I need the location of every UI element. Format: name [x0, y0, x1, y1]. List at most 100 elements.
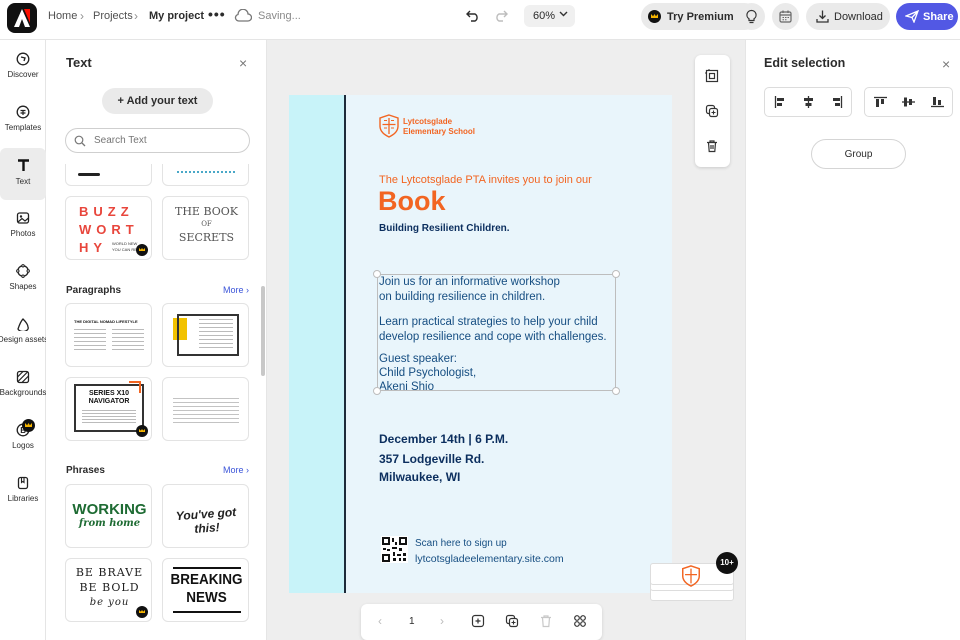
duplicate-icon[interactable] [705, 104, 719, 118]
resize-handle[interactable] [612, 387, 620, 395]
school-name[interactable]: Lytcotsglade Elementary School [403, 117, 475, 137]
rail-item-libraries[interactable]: Libraries [0, 466, 46, 518]
text-style-thumb[interactable] [65, 164, 152, 186]
canvas-area[interactable]: Lytcotsglade Elementary School The Lytco… [267, 40, 745, 640]
align-top-icon[interactable] [874, 96, 887, 108]
prev-page-icon[interactable]: ‹ [378, 614, 382, 628]
group-button[interactable]: Group [811, 139, 906, 169]
vertical-align-group [864, 87, 953, 117]
event-date[interactable]: December 14th | 6 P.M. [379, 432, 508, 446]
rail-item-discover[interactable]: Discover [0, 42, 46, 94]
backgrounds-icon [16, 370, 30, 384]
lightbulb-icon [746, 9, 757, 24]
premium-crown-icon [136, 244, 148, 256]
resize-handle[interactable] [373, 387, 381, 395]
save-status: Saving... [258, 10, 301, 22]
thumb-text: SERIES X10 [88, 390, 130, 397]
design-page[interactable]: Lytcotsglade Elementary School The Lytco… [289, 95, 672, 593]
crown-icon [648, 10, 661, 23]
redo-icon[interactable] [494, 8, 508, 25]
delete-page-icon[interactable] [539, 614, 553, 628]
app-logo[interactable] [7, 3, 37, 33]
breadcrumb-home[interactable]: Home [48, 10, 77, 22]
align-bottom-icon[interactable] [931, 96, 944, 108]
signup-url[interactable]: lytcotsgladeelementary.site.com [415, 553, 564, 565]
crop-frame-icon[interactable] [705, 69, 719, 83]
zoom-value: 60% [533, 10, 556, 22]
text-style-thumb[interactable] [162, 164, 249, 186]
rail-item-text[interactable]: Text [0, 148, 46, 200]
duplicate-page-icon[interactable] [505, 614, 519, 628]
app-window: Home › Projects › My project ••• Saving.… [0, 0, 960, 640]
scan-instruction[interactable]: Scan here to sign up [415, 538, 507, 549]
trash-icon[interactable] [705, 139, 719, 153]
align-left-icon[interactable] [774, 96, 787, 108]
next-page-icon[interactable]: › [440, 614, 444, 628]
align-right-icon[interactable] [830, 96, 843, 108]
thumb-text: NEWS [186, 589, 227, 606]
rail-item-backgrounds[interactable]: Backgrounds [0, 360, 46, 412]
zoom-select[interactable]: 60% [524, 5, 575, 27]
address-line-2[interactable]: Milwaukee, WI [379, 470, 460, 484]
panel-title: Edit selection [764, 56, 846, 70]
search-input[interactable] [94, 133, 244, 148]
selection-box[interactable] [377, 274, 616, 391]
breadcrumb-projects[interactable]: Projects [93, 10, 133, 22]
search-field[interactable] [65, 128, 250, 153]
subtitle-text[interactable]: Building Resilient Children. [379, 223, 510, 234]
breadcrumb-current[interactable]: My project [149, 10, 204, 22]
panel-title: Text [66, 55, 92, 70]
premium-crown-icon [22, 419, 35, 432]
rail-label: Discover [7, 70, 39, 79]
phrase-thumb-working-from-home[interactable]: WORKING from home [65, 484, 152, 548]
school-shield-icon [682, 565, 700, 587]
close-icon[interactable]: × [942, 56, 950, 72]
download-icon [816, 10, 829, 23]
thumb-text: BE BOLD [79, 581, 140, 594]
more-options-button[interactable]: ••• [208, 6, 226, 22]
lightbulb-button[interactable] [738, 3, 765, 30]
download-label: Download [834, 11, 883, 23]
more-link-paragraphs[interactable]: More › [223, 285, 249, 295]
text-icon [17, 159, 29, 171]
grid-view-icon[interactable] [573, 614, 587, 628]
rail-item-design-assets[interactable]: Design assets [0, 307, 48, 359]
rail-item-shapes[interactable]: Shapes [0, 254, 46, 306]
phrase-thumb-youve-got-this[interactable]: You've got this! [162, 484, 249, 548]
panel-scrollbar[interactable] [261, 286, 265, 376]
more-link-phrases[interactable]: More › [223, 465, 249, 475]
text-styles-list[interactable]: BUZZ WORT HY WORLD NEW YOU CAN RE THE BO… [46, 164, 266, 640]
paragraph-thumb[interactable] [162, 377, 249, 441]
text-style-thumb-book-secrets[interactable]: THE BOOK OF SECRETS [162, 196, 249, 260]
rail-item-templates[interactable]: Templates [0, 95, 46, 147]
calendar-button[interactable] [772, 3, 799, 30]
close-icon[interactable]: × [239, 55, 247, 71]
rail-item-photos[interactable]: Photos [0, 201, 46, 253]
send-icon [905, 10, 919, 23]
school-shield-icon [379, 114, 399, 138]
thumb-text: BREAKING [170, 571, 243, 588]
phrase-thumb-breaking-news[interactable]: BREAKING NEWS [162, 558, 249, 622]
paragraph-thumb[interactable]: SERIES X10 NAVIGATOR [65, 377, 152, 441]
resize-handle[interactable] [612, 270, 620, 278]
add-text-button[interactable]: + Add your text [102, 88, 213, 114]
qr-code[interactable] [381, 536, 408, 563]
templates-icon [16, 105, 30, 119]
paragraph-thumb[interactable] [162, 303, 249, 367]
text-style-thumb-buzzworthy[interactable]: BUZZ WORT HY WORLD NEW YOU CAN RE [65, 196, 152, 260]
align-center-icon[interactable] [802, 96, 815, 108]
libraries-icon [17, 476, 29, 490]
paragraph-thumb[interactable]: THE DIGITAL NOMAD LIFESTYLE [65, 303, 152, 367]
share-button[interactable]: Share [896, 3, 958, 30]
undo-icon[interactable] [466, 8, 480, 25]
download-button[interactable]: Download [806, 3, 890, 30]
align-middle-icon[interactable] [902, 96, 915, 108]
resize-handle[interactable] [373, 270, 381, 278]
invite-text[interactable]: The Lytcotsglade PTA invites you to join… [379, 174, 592, 186]
phrase-thumb-be-brave[interactable]: BE BRAVE BE BOLD be you [65, 558, 152, 622]
thumb-text: from home [78, 518, 141, 529]
rail-item-logos[interactable]: B Logos [0, 413, 46, 465]
address-line-1[interactable]: 357 Lodgeville Rd. [379, 452, 484, 466]
headline-book[interactable]: Book [378, 186, 446, 217]
add-page-icon[interactable] [471, 614, 485, 628]
